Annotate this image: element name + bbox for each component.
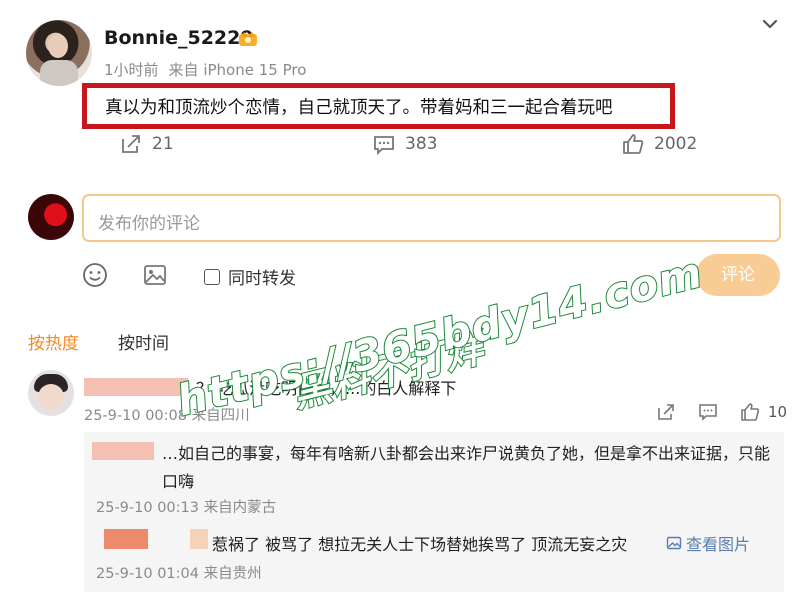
tab-sort-time[interactable]: 按时间 bbox=[118, 329, 169, 354]
post-source: 来自 iPhone 15 Pro bbox=[168, 61, 307, 79]
share-icon[interactable] bbox=[656, 402, 676, 422]
comment-icon[interactable] bbox=[698, 402, 718, 422]
comment-icon bbox=[374, 136, 394, 155]
repost-label: 同时转发 bbox=[228, 269, 296, 289]
commenter-avatar[interactable] bbox=[28, 370, 74, 416]
avatar-body bbox=[40, 60, 78, 86]
comment-button[interactable]: 383 bbox=[373, 133, 437, 155]
comment-input[interactable]: 发布你的评论 bbox=[82, 194, 781, 242]
avatar-face bbox=[38, 384, 64, 410]
emoji-icon[interactable] bbox=[82, 262, 108, 288]
my-avatar bbox=[28, 194, 74, 240]
author-username[interactable]: Bonnie_52229 bbox=[104, 27, 254, 49]
comment-actions: 10 bbox=[656, 402, 787, 422]
view-image-label: 查看图片 bbox=[686, 535, 751, 554]
repost-checkbox[interactable] bbox=[204, 268, 220, 285]
avatar-face bbox=[48, 34, 68, 58]
reply-time: 25-9-10 00:13 来自内蒙古 bbox=[96, 500, 277, 516]
thumbs-up-icon bbox=[623, 134, 644, 154]
post-meta: 1小时前 来自 iPhone 15 Pro bbox=[104, 59, 316, 80]
share-icon bbox=[122, 135, 140, 153]
like-button[interactable]: 2002 bbox=[622, 133, 697, 155]
post-content: 真以为和顶流炒个恋情，自己就顶天了。带着妈和三一起合着玩吧 bbox=[82, 83, 675, 129]
chevron-down-icon[interactable] bbox=[758, 14, 782, 34]
repost-count: 21 bbox=[152, 134, 174, 154]
comment-like-button[interactable]: 10 bbox=[740, 402, 787, 422]
submit-comment-button[interactable]: 评论 bbox=[696, 254, 780, 296]
thumbs-up-icon bbox=[741, 403, 760, 421]
image-icon[interactable] bbox=[142, 262, 168, 288]
repost-button[interactable]: 21 bbox=[120, 133, 174, 155]
redacted-username bbox=[92, 442, 154, 460]
post-time: 1小时前 bbox=[104, 61, 159, 79]
reply-text: 惹祸了 被骂了 想拉无关人士下场替她挨骂了 顶流无妄之灾 bbox=[212, 535, 628, 554]
view-image-link[interactable]: 查看图片 bbox=[666, 531, 750, 555]
reply-text: …如自己的事宴，每年有啥新八卦都会出来诈尸说黄负了她，但是拿不出来证据，只能口嗨 bbox=[162, 444, 771, 491]
author-avatar[interactable] bbox=[26, 20, 92, 86]
redacted-username bbox=[104, 529, 148, 549]
repost-toggle[interactable]: 同时转发 bbox=[204, 264, 296, 289]
image-icon bbox=[666, 536, 682, 550]
comment-like-count: 10 bbox=[768, 403, 788, 421]
reply-time: 25-9-10 01:04 来自贵州 bbox=[96, 566, 262, 582]
redacted-mark bbox=[190, 529, 208, 549]
like-count: 2002 bbox=[654, 134, 698, 154]
vip-crown-icon bbox=[239, 32, 257, 46]
tab-sort-hot[interactable]: 按热度 bbox=[28, 329, 79, 354]
comment-count: 383 bbox=[405, 134, 438, 154]
